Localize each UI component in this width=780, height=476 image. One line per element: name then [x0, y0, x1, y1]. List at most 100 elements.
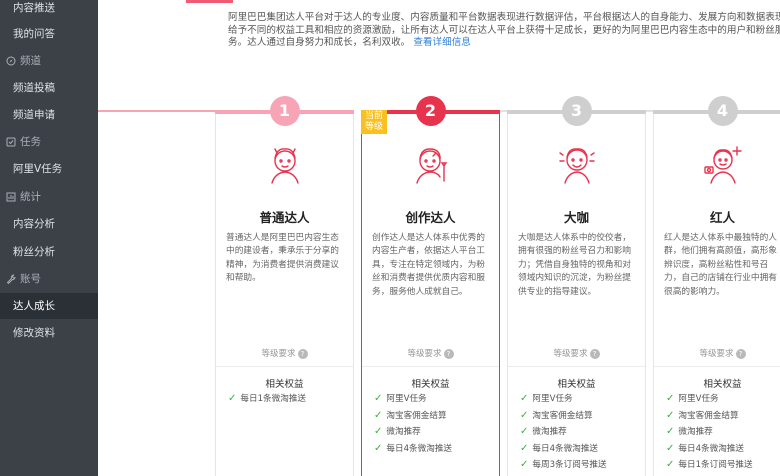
rights-item: ✓ 微淘推荐: [374, 424, 452, 441]
sidebar-item-growth[interactable]: 达人成长: [0, 293, 98, 319]
check-icon: ✓: [374, 393, 383, 404]
sidebar-item-label: 内容推送: [13, 2, 55, 14]
creator-avatar-icon: [415, 148, 447, 184]
rights-item: ✓ 微淘推荐: [520, 424, 607, 441]
rights-item: ✓ 阿里V任务: [520, 391, 607, 408]
check-icon: ✓: [228, 393, 237, 404]
rights-label: 微淘推荐: [678, 427, 713, 437]
sidebar-item-my-qa[interactable]: 我的问答: [0, 21, 98, 47]
check-icon: ✓: [374, 409, 383, 421]
sidebar-section-channel: 频道: [0, 48, 98, 74]
requirement-label: 等级要求: [699, 349, 734, 359]
level-requirement[interactable]: 等级要求?: [216, 347, 353, 359]
requirement-label: 等级要求: [261, 349, 296, 359]
help-icon[interactable]: ?: [735, 348, 746, 359]
sidebar-item-channel-apply[interactable]: 频道申请: [0, 102, 98, 128]
divider: [508, 366, 645, 367]
divider: [216, 366, 353, 367]
sidebar-item-ali-v-task[interactable]: 阿里V任务: [0, 156, 98, 182]
level-requirement[interactable]: 等级要求?: [508, 347, 645, 359]
intro-text: 阿里巴巴集团达人平台对于达人的专业度、内容质量和平台数据表现进行数据评估，平台根…: [228, 12, 780, 49]
sidebar-section-label: 统计: [20, 191, 41, 203]
sidebar-section-label: 频道: [20, 55, 41, 67]
rights-title: 相关权益: [557, 379, 596, 390]
level-description: 普通达人是阿里巴巴内容生态中的建设者，秉承乐于分享的精神，为消费者提供消费建议和…: [226, 233, 339, 284]
level-requirement[interactable]: 等级要求?: [362, 347, 499, 359]
check-icon: ✓: [666, 442, 675, 454]
sidebar-item-label: 修改资料: [13, 327, 55, 339]
rights-title: 相关权益: [703, 379, 742, 390]
main-content: 阿里巴巴集团达人平台对于达人的专业度、内容质量和平台数据表现进行数据评估，平台根…: [98, 0, 780, 476]
rights-item: ✓ 每日4条微淘推送: [666, 441, 753, 458]
level-number-badge: 4: [707, 96, 738, 126]
level-card-2: 当前等级 2 创作达人 创作达人是达人体系中优秀的内容生产者，依据达人平台工具，…: [361, 96, 500, 476]
level-requirement[interactable]: 等级要求?: [654, 347, 780, 359]
sidebar-item-channel-submit[interactable]: 频道投稿: [0, 75, 98, 101]
check-icon: ✓: [374, 442, 383, 454]
rights-label: 淘宝客佣金结算: [386, 410, 447, 421]
rights-item: ✓ 淘宝客佣金结算: [666, 408, 753, 425]
rights-label: 每日4条微淘推送: [678, 443, 745, 454]
sidebar-item-label: 内容分析: [13, 218, 55, 230]
level-title: 红人: [709, 210, 735, 225]
level-number-badge: 3: [561, 96, 592, 126]
sidebar-section-label: 任务: [20, 136, 41, 148]
check-icon: ✓: [520, 426, 529, 437]
rights-label: 每日4条微淘推送: [386, 443, 453, 454]
sidebar-item-fans-analysis[interactable]: 粉丝分析: [0, 239, 98, 265]
check-icon: ✓: [666, 409, 675, 421]
rights-item: ✓ 每日4条微淘推送: [374, 441, 452, 458]
divider: [654, 366, 780, 367]
sidebar: 内容推送 我的问答 频道 频道投稿 频道申请 任务 阿里V任务 统计 内容分析 …: [0, 0, 98, 476]
sidebar-section-stats: 统计: [0, 184, 98, 210]
sidebar-item-edit-profile[interactable]: 修改资料: [0, 320, 98, 346]
check-icon: ✓: [666, 426, 675, 437]
rights-label: 阿里V任务: [386, 394, 427, 404]
check-icon: ✓: [666, 393, 675, 404]
rights-list: ✓ 阿里V任务 ✓ 淘宝客佣金结算 ✓ 微淘推荐 ✓ 每日4条微淘推送 ✓ 每日1条订阅号…: [666, 391, 753, 474]
sidebar-item-label: 粉丝分析: [13, 246, 55, 258]
rights-label: 淘宝客佣金结算: [678, 410, 739, 421]
rights-label: 淘宝客佣金结算: [532, 410, 593, 421]
divider: [362, 366, 499, 367]
help-icon[interactable]: ?: [443, 348, 454, 359]
requirement-label: 等级要求: [553, 349, 588, 359]
rights-item: ✓ 每日1条微淘推送: [228, 391, 306, 408]
rights-item: ✓ 微淘推荐: [666, 424, 753, 441]
influencer-avatar-icon: [703, 146, 742, 184]
sidebar-item-label: 我的问答: [13, 28, 55, 40]
rights-label: 阿里V任务: [532, 394, 573, 404]
growth-intro: 阿里巴巴集团达人平台对于达人的专业度、内容质量和平台数据表现进行数据评估，平台根…: [228, 12, 780, 50]
level-description: 大咖是达人体系中的佼佼者，拥有很强的粉丝号召力和影响力；凭借自身独特的视角和对领…: [518, 233, 631, 297]
rights-item: ✓ 阿里V任务: [666, 391, 753, 408]
current-level-tag: 当前等级: [361, 110, 387, 134]
rights-label: 每日1条微淘推送: [240, 394, 307, 404]
level-title: 创作达人: [405, 210, 456, 225]
rights-label: 每日1条订阅号推送: [678, 460, 753, 470]
rights-label: 微淘推荐: [532, 427, 567, 437]
rights-item: ✓ 阿里V任务: [374, 391, 452, 408]
sidebar-item-label: 阿里V任务: [13, 163, 63, 175]
help-icon[interactable]: ?: [589, 348, 600, 359]
rights-item: ✓ 每周3条订阅号推送: [520, 457, 607, 474]
check-icon: ✓: [520, 409, 529, 421]
help-icon[interactable]: ?: [297, 348, 308, 359]
expert-avatar-icon: [558, 148, 595, 184]
user-avatar-icon: [270, 148, 299, 184]
sidebar-section-label: 账号: [20, 273, 41, 285]
level-card-3: 3 大咖 大咖是达人体系中的佼佼者，拥有很强的粉丝号召力和影响力；凭借自身独特的…: [507, 96, 646, 476]
check-icon: ✓: [520, 459, 529, 470]
check-icon: ✓: [666, 459, 675, 470]
sidebar-item-label: 频道投稿: [13, 82, 55, 94]
view-details-link[interactable]: 查看详细信息: [413, 37, 471, 48]
chart-icon: [5, 192, 16, 203]
rights-label: 每周3条订阅号推送: [532, 460, 607, 470]
sidebar-section-task: 任务: [0, 129, 98, 155]
level-card-4: 4 红人 红人是达人体系中最独特的人群，他们拥有高颜值，高形象辨识度，高粉丝粘性…: [653, 96, 780, 476]
sidebar-item-content-push[interactable]: 内容推送: [0, 0, 98, 21]
rights-label: 阿里V任务: [678, 394, 719, 404]
level-number-badge: 2: [415, 96, 446, 126]
rights-title: 相关权益: [265, 379, 304, 390]
sidebar-item-label: 频道申请: [13, 109, 55, 121]
sidebar-item-content-analysis[interactable]: 内容分析: [0, 211, 98, 237]
